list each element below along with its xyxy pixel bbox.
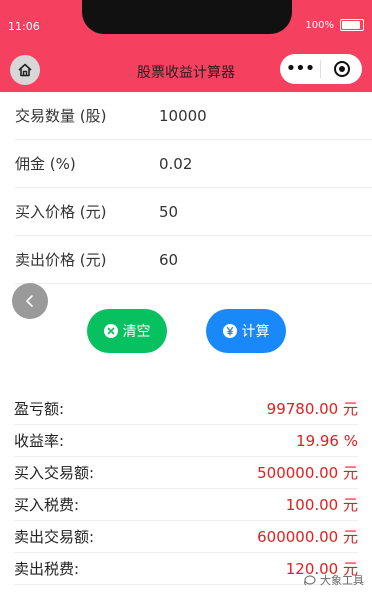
sell-amount-value: 600000.00 元: [257, 528, 358, 546]
buy-price-label: 买入价格 (元): [15, 203, 107, 221]
close-mini-program-button[interactable]: [321, 60, 362, 78]
battery-icon: [340, 19, 364, 31]
watermark: 大象工具: [303, 572, 364, 588]
result-row: 收益率: 19.96 %: [14, 425, 358, 457]
yen-icon: [222, 324, 237, 338]
buy-amount-label: 买入交易额:: [14, 464, 95, 482]
clear-icon: [103, 324, 118, 338]
quantity-row[interactable]: 交易数量 (股) 10000: [15, 92, 372, 140]
buy-price-input[interactable]: 50: [159, 203, 178, 221]
quantity-input[interactable]: 10000: [159, 107, 207, 125]
target-close-icon: [333, 61, 350, 77]
quantity-label: 交易数量 (股): [15, 107, 107, 125]
return-rate-label: 收益率:: [14, 432, 65, 450]
mini-program-capsule: •••: [280, 54, 362, 84]
profit-value: 99780.00 元: [266, 400, 358, 418]
buy-fee-value: 100.00 元: [285, 496, 358, 514]
buy-amount-value: 500000.00 元: [257, 464, 358, 482]
result-row: 卖出交易额: 600000.00 元: [14, 521, 358, 553]
sell-price-label: 卖出价格 (元): [15, 251, 107, 269]
return-rate-value: 19.96 %: [296, 431, 358, 450]
notch: [82, 0, 292, 34]
calculate-button-label: 计算: [241, 324, 270, 340]
buy-price-row[interactable]: 买入价格 (元) 50: [15, 188, 372, 236]
watermark-text: 大象工具: [320, 574, 364, 587]
result-row: 盈亏额: 99780.00 元: [14, 393, 358, 425]
sell-amount-label: 卖出交易额:: [14, 528, 95, 546]
header: 11:06 100% 股票收益计算器 •••: [0, 0, 372, 92]
buy-fee-label: 买入税费:: [14, 496, 80, 514]
commission-label: 佣金 (%): [15, 155, 76, 173]
status-time: 11:06: [8, 20, 40, 33]
clear-button[interactable]: 清空: [87, 309, 167, 353]
back-button[interactable]: [12, 283, 48, 319]
clear-button-label: 清空: [122, 324, 151, 340]
sell-price-row[interactable]: 卖出价格 (元) 60: [15, 236, 372, 284]
status-indicators: 100%: [305, 19, 364, 31]
profit-label: 盈亏额:: [14, 400, 65, 418]
commission-input[interactable]: 0.02: [159, 155, 192, 173]
sell-fee-label: 卖出税费:: [14, 560, 80, 578]
commission-row[interactable]: 佣金 (%) 0.02: [15, 140, 372, 188]
input-form: 交易数量 (股) 10000 佣金 (%) 0.02 买入价格 (元) 50 卖…: [0, 92, 372, 284]
result-row: 买入税费: 100.00 元: [14, 489, 358, 521]
battery-percent: 100%: [305, 19, 334, 31]
more-icon[interactable]: •••: [280, 54, 320, 84]
calculate-button[interactable]: 计算: [206, 309, 286, 353]
results-list: 盈亏额: 99780.00 元 收益率: 19.96 % 买入交易额: 5000…: [0, 393, 372, 585]
chevron-left-icon: [26, 295, 33, 307]
sell-price-input[interactable]: 60: [159, 251, 178, 269]
result-row: 买入交易额: 500000.00 元: [14, 457, 358, 489]
elephant-logo-icon: [304, 575, 316, 586]
